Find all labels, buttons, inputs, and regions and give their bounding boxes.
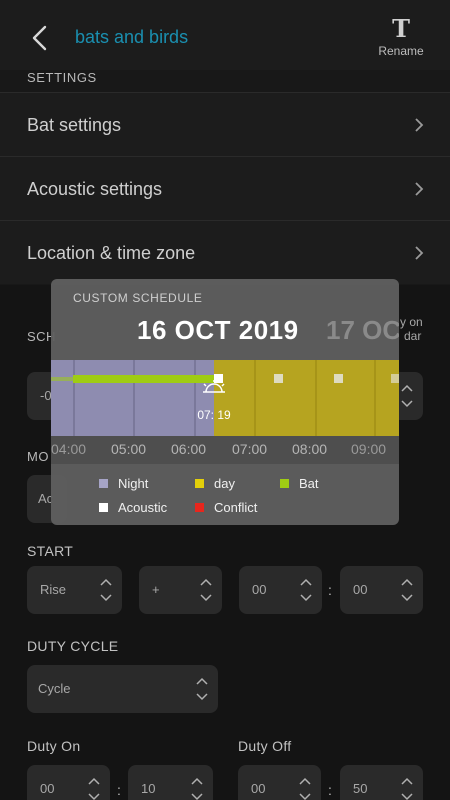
stepper-icon: [196, 677, 208, 701]
start-label: START: [27, 543, 74, 559]
stepper-icon: [300, 578, 312, 602]
rename-button[interactable]: T Rename: [374, 14, 428, 59]
acoustic-marker: [274, 374, 283, 383]
stepper-icon: [100, 578, 112, 602]
acoustic-marker: [214, 374, 223, 383]
stepper-icon: [401, 578, 413, 602]
duty-cycle-label: DUTY CYCLE: [27, 638, 119, 654]
stepper-icon: [200, 578, 212, 602]
bat-activity-dashed: [51, 377, 73, 381]
tick-label: 04:00: [51, 441, 87, 457]
stepper-icon: [401, 384, 413, 408]
duty-on-label: Duty On: [27, 738, 81, 754]
bat-activity-bar: [73, 375, 215, 383]
night-stripe: [194, 360, 196, 436]
settings-section-label: SETTINGS: [27, 70, 97, 85]
next-date[interactable]: 17 OC: [326, 315, 399, 346]
legend-label: Bat: [299, 476, 319, 491]
night-stripe: [73, 360, 75, 436]
settings-row-location[interactable]: Location & time zone: [0, 220, 450, 284]
back-arrow-icon[interactable]: [28, 24, 52, 52]
tick-label: 08:00: [292, 441, 328, 457]
time-separator: :: [117, 782, 121, 798]
current-date: 16 OCT 2019: [137, 315, 299, 345]
day-stripe: [315, 360, 317, 436]
app-header: bats and birds T Rename: [0, 0, 450, 70]
duty-cycle-value: Cycle: [38, 681, 71, 696]
duty-off-hours-value: 00: [251, 781, 266, 796]
legend-label: Conflict: [214, 500, 258, 515]
start-anchor-select[interactable]: Rise: [27, 566, 122, 614]
view-on-calendar-text: y on: [400, 315, 423, 329]
page-title: bats and birds: [75, 27, 189, 47]
legend-label: Acoustic: [118, 500, 168, 515]
start-hours-stepper[interactable]: 00: [239, 566, 322, 614]
custom-schedule-popup[interactable]: CUSTOM SCHEDULE 16 OCT 2019 17 OC 07: 19…: [51, 279, 399, 525]
legend-label: Night: [118, 476, 149, 491]
duty-off-label: Duty Off: [238, 738, 292, 754]
day-stripe: [254, 360, 256, 436]
duty-off-minutes-stepper[interactable]: 50: [340, 765, 423, 800]
day-stripe: [374, 360, 376, 436]
start-sign-value: +: [152, 582, 160, 597]
rename-label: Rename: [378, 44, 424, 58]
schedule-offset-value: -0: [40, 388, 52, 403]
settings-row-bat[interactable]: Bat settings: [0, 92, 450, 156]
settings-row-label: Bat settings: [27, 115, 122, 135]
duty-on-hours-value: 00: [40, 781, 55, 796]
duty-on-minutes-value: 10: [141, 781, 156, 796]
night-stripe: [133, 360, 135, 436]
start-hours-value: 00: [252, 582, 267, 597]
legend-swatch-conflict: [195, 503, 204, 512]
legend-swatch-bat: [280, 479, 289, 488]
legend-label: day: [214, 476, 235, 491]
tick-label: 05:00: [111, 441, 147, 457]
stepper-icon: [88, 777, 100, 800]
settings-row-acoustic[interactable]: Acoustic settings: [0, 156, 450, 220]
start-anchor-value: Rise: [40, 582, 67, 597]
text-icon: T: [392, 14, 410, 43]
start-sign-select[interactable]: +: [139, 566, 222, 614]
acoustic-marker: [334, 374, 343, 383]
acoustic-marker: [391, 374, 399, 383]
popup-heading: CUSTOM SCHEDULE: [73, 291, 203, 305]
time-axis: 04:00 05:00 06:00 07:00 08:00 09:00: [51, 436, 399, 464]
stepper-icon: [191, 777, 203, 800]
duty-on-minutes-stepper[interactable]: 10: [128, 765, 213, 800]
start-minutes-value: 00: [353, 582, 368, 597]
tick-label: 09:00: [351, 441, 387, 457]
mode-section-label: MO: [27, 449, 49, 464]
view-on-calendar-text: dar: [404, 329, 422, 343]
duty-off-minutes-value: 50: [353, 781, 368, 796]
schedule-timeline[interactable]: 07: 19: [51, 360, 399, 436]
stepper-icon: [401, 777, 413, 800]
chevron-right-icon: [415, 118, 424, 132]
duty-cycle-select[interactable]: Cycle: [27, 665, 218, 713]
time-separator: :: [328, 782, 332, 798]
day-band: [214, 360, 399, 436]
chevron-right-icon: [415, 182, 424, 196]
tick-label: 07:00: [232, 441, 268, 457]
settings-row-label: Location & time zone: [27, 243, 196, 263]
settings-list: Bat settings Acoustic settings Location …: [0, 92, 450, 284]
legend-swatch-night: [99, 479, 108, 488]
chevron-right-icon: [415, 246, 424, 260]
legend-swatch-acoustic: [99, 503, 108, 512]
time-separator: :: [328, 582, 332, 598]
tick-label: 06:00: [171, 441, 207, 457]
start-minutes-stepper[interactable]: 00: [340, 566, 423, 614]
duty-on-hours-stepper[interactable]: 00: [27, 765, 110, 800]
marker-time-label: 07: 19: [197, 408, 231, 422]
night-band: [51, 360, 214, 436]
legend-swatch-day: [195, 479, 204, 488]
settings-row-label: Acoustic settings: [27, 179, 163, 199]
stepper-icon: [299, 777, 311, 800]
duty-off-hours-stepper[interactable]: 00: [238, 765, 321, 800]
